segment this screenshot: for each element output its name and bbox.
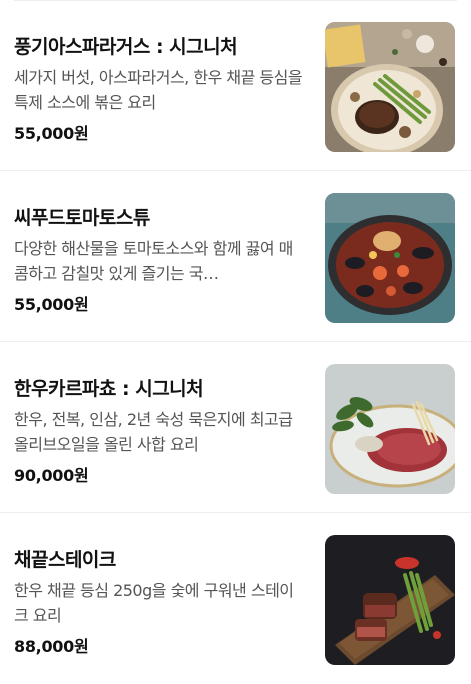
menu-item-price: 88,000원	[14, 637, 89, 656]
menu-list: 풍기아스파라거스 : 시그니처 세가지 버섯, 아스파라거스, 한우 채끝 등심…	[0, 0, 471, 683]
menu-item-price: 55,000원	[14, 295, 89, 314]
menu-item-name: 씨푸드토마토스튜	[14, 207, 150, 229]
menu-item-name: 채끝스테이크	[14, 549, 116, 571]
menu-item[interactable]: 채끝스테이크 한우 채끝 등심 250g을 숯에 구워낸 스테이크 요리 88,…	[0, 513, 471, 684]
seafood-stew-pot-icon	[325, 193, 455, 323]
menu-item-photo[interactable]	[325, 535, 455, 665]
menu-item-price: 90,000원	[14, 466, 89, 485]
menu-item-description: 세가지 버섯, 아스파라거스, 한우 채끝 등심을 특제 소스에 볶은 요리	[14, 68, 303, 112]
mushroom-asparagus-plate-icon	[325, 22, 455, 152]
menu-item-photo[interactable]	[325, 193, 455, 323]
menu-item-description: 한우 채끝 등심 250g을 숯에 구워낸 스테이크 요리	[14, 581, 294, 625]
steak-board-icon	[325, 535, 455, 665]
menu-item-photo[interactable]	[325, 22, 455, 152]
menu-item[interactable]: 한우카르파쵸 : 시그니처 한우, 전복, 인삼, 2년 숙성 묵은지에 최고급…	[0, 342, 471, 513]
menu-item-name: 풍기아스파라거스 : 시그니처	[14, 36, 238, 58]
menu-item-price: 55,000원	[14, 124, 89, 143]
menu-item-photo[interactable]	[325, 364, 455, 494]
menu-item-description: 다양한 해산물을 토마토소스와 함께 끓여 매콤하고 감칠맛 있게 즐기는 국…	[14, 239, 293, 283]
menu-item[interactable]: 풍기아스파라거스 : 시그니처 세가지 버섯, 아스파라거스, 한우 채끝 등심…	[0, 0, 471, 171]
menu-item-description: 한우, 전복, 인삼, 2년 숙성 묵은지에 최고급 올리브오일을 올린 사합 …	[14, 410, 293, 454]
carpaccio-plate-icon	[325, 364, 455, 494]
menu-item[interactable]: 씨푸드토마토스튜 다양한 해산물을 토마토소스와 함께 끓여 매콤하고 감칠맛 …	[0, 171, 471, 342]
menu-item-name: 한우카르파쵸 : 시그니처	[14, 378, 204, 400]
